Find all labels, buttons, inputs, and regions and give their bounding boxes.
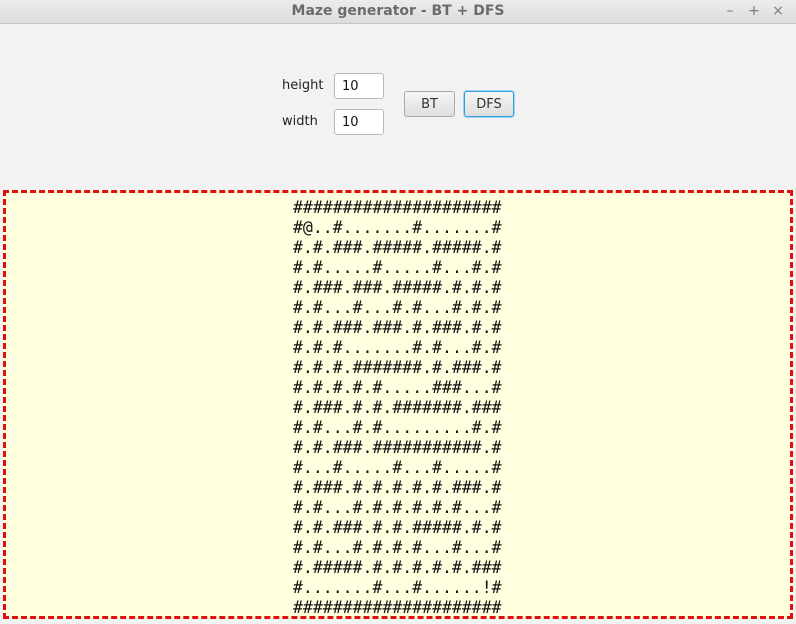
maze-row: #.###.#.#.#######.### (293, 398, 502, 417)
maze-row: #.#.#.#.#.....###...# (293, 378, 502, 397)
maze-row: #.#.#.#######.#.###.# (293, 358, 502, 377)
maze-row: #.#####.#.#.#.#.#.### (293, 558, 502, 577)
height-input[interactable] (334, 73, 384, 99)
close-icon[interactable]: × (768, 2, 788, 20)
maze-row: #.#.###.###.#.###.#.# (293, 318, 502, 337)
maze-row: #.#.###.#####.#####.# (293, 238, 502, 257)
maximize-icon[interactable]: + (744, 2, 764, 20)
window-title: Maze generator - BT + DFS (291, 3, 505, 19)
maze-row: ##################### (293, 198, 502, 217)
maze-row: #.###.#.#.#.#.#.###.# (293, 478, 502, 497)
maze-row: #.#...#...#.#...#.#.# (293, 298, 502, 317)
minimize-icon[interactable]: – (720, 2, 740, 20)
maze-row: #.#...#.#.#.#...#...# (293, 538, 502, 557)
maze-row: #.......#...#......!# (293, 578, 502, 597)
maze-row: #...#.....#...#.....# (293, 458, 502, 477)
dfs-button[interactable]: DFS (464, 91, 514, 117)
maze-row: #.###.###.#####.#.#.# (293, 278, 502, 297)
maze-row: #.#...#.#.#.#.#.#...# (293, 498, 502, 517)
maze-canvas: ##################### #@..#.......#......… (3, 190, 793, 619)
title-bar: Maze generator - BT + DFS – + × (0, 0, 796, 24)
width-input[interactable] (334, 109, 384, 135)
maze-row: ##################### (293, 598, 502, 617)
window-controls: – + × (720, 2, 788, 20)
maze-row: #.#.....#.....#...#.# (293, 258, 502, 277)
bt-button[interactable]: BT (404, 91, 455, 117)
width-label: width (282, 114, 318, 129)
maze-row: #.#.###.#.#.#####.#.# (293, 518, 502, 537)
maze-row: #@..#.......#.......# (293, 218, 502, 237)
maze-row: #.#.#.......#.#...#.# (293, 338, 502, 357)
maze-row: #.#.###.###########.# (293, 438, 502, 457)
maze-grid: ##################### #@..#.......#......… (293, 198, 502, 618)
height-label: height (282, 78, 324, 93)
maze-row: #.#...#.#.........#.# (293, 418, 502, 437)
